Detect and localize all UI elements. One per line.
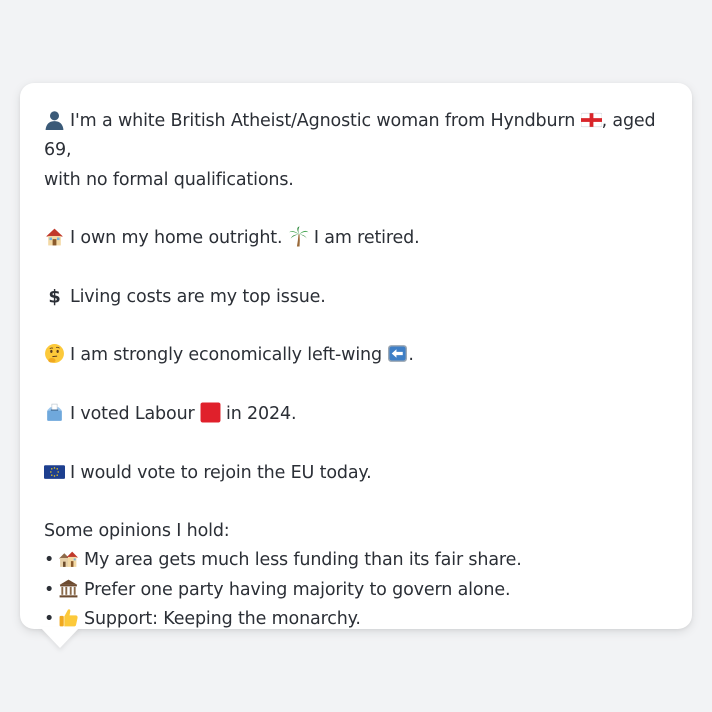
economic-suffix: . — [408, 345, 414, 366]
thumbs-up-icon — [58, 607, 79, 628]
classical-building-icon — [58, 578, 79, 599]
intro-line2: with no formal qualifications. — [44, 169, 294, 190]
eu-flag-icon — [44, 461, 65, 482]
bullet: • — [44, 550, 55, 571]
svg-text:$: $ — [48, 286, 60, 306]
chat-bubble: I'm a white British Atheist/Agnostic wom… — [20, 83, 692, 629]
red-square-icon — [200, 402, 221, 423]
vote-text-before: I voted Labour — [70, 403, 195, 424]
intro-text: I'm a white British Atheist/Agnostic wom… — [70, 111, 576, 131]
house-icon — [44, 226, 65, 247]
opinions-list: • My area gets much less funding than its… — [44, 546, 672, 634]
vote-line: I voted Labour in 2024. — [44, 400, 672, 429]
left-arrow-icon — [387, 343, 408, 364]
list-item: • Support: Keeping the monarchy. — [44, 605, 672, 634]
dollar-sign-icon: $ — [44, 285, 65, 306]
issue-text: Living costs are my top issue. — [70, 286, 326, 307]
intro-line: I'm a white British Atheist/Agnostic wom… — [44, 107, 672, 195]
work-text: I am retired. — [313, 228, 420, 249]
opinions-heading: Some opinions I hold: — [44, 521, 230, 542]
vote-text-after: in 2024. — [225, 403, 297, 424]
eu-line: I would vote to rejoin the EU today. — [44, 459, 672, 488]
bust-silhouette-icon — [44, 109, 65, 130]
economic-line: I am strongly economically left-wing . — [44, 341, 672, 370]
opinion-text: Prefer one party having majority to gove… — [84, 579, 511, 600]
home-line: I own my home outright. I am retired. — [44, 224, 672, 253]
opinion-text: Support: Keeping the monarchy. — [84, 609, 361, 630]
ballot-box-icon — [44, 402, 65, 423]
list-item: • My area gets much less funding than its… — [44, 546, 672, 575]
houses-icon — [58, 548, 79, 569]
economic-text: I am strongly economically left-wing — [70, 345, 382, 366]
list-item: • Prefer one party having majority to gov… — [44, 576, 672, 605]
eu-text: I would vote to rejoin the EU today. — [70, 462, 372, 483]
home-text: I own my home outright. — [70, 228, 283, 249]
palm-tree-icon — [288, 226, 309, 247]
bullet: • — [44, 579, 55, 600]
issue-line: $ Living costs are my top issue. — [44, 283, 672, 312]
thinking-face-icon — [44, 343, 65, 364]
bubble-tail — [40, 627, 80, 648]
england-flag-icon — [580, 109, 602, 130]
opinion-text: My area gets much less funding than its … — [84, 550, 522, 571]
